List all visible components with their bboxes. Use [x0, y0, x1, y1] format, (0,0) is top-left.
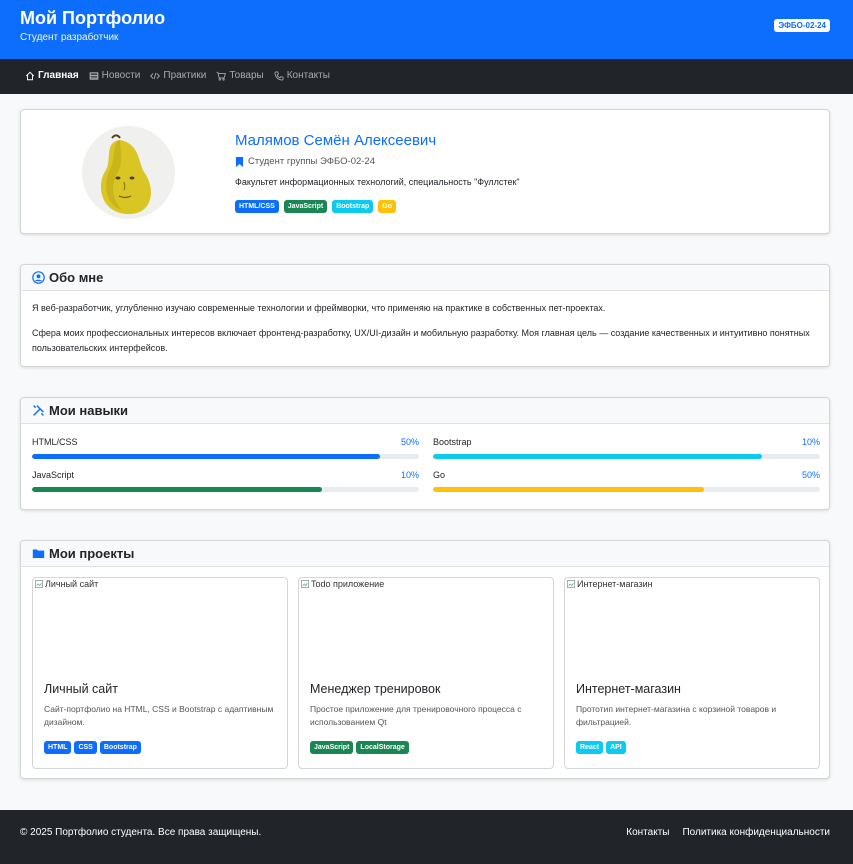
footer-link-contacts[interactable]: Контакты [626, 827, 669, 838]
nav-label: Практики [163, 70, 207, 81]
tag-react: React [576, 741, 604, 754]
home-icon [25, 71, 35, 80]
project-description: Прототип интернет-магазина с корзиной то… [576, 704, 777, 727]
person-circle-icon [32, 271, 45, 284]
skill-bootstrap: Bootstrap 10% [433, 437, 820, 459]
projects-card: Мои проекты Личный сайт Личный сайт Сайт… [20, 540, 830, 779]
skill-name: Bootstrap [433, 437, 472, 447]
tag-css: CSS [74, 741, 97, 754]
skill-progress-bar [32, 487, 419, 492]
broken-image-icon [35, 580, 43, 588]
project-image-alt: Личный сайт [45, 579, 99, 589]
tag-javascript: JavaScript [283, 200, 328, 213]
skill-progress-fill [32, 487, 323, 492]
student-faculty: Факультет информационных технологий, спе… [235, 177, 520, 187]
skill-javascript: JavaScript 10% [32, 470, 419, 492]
project-image: Todo приложение [299, 578, 553, 674]
nav-item-contacts[interactable]: Контакты [274, 70, 330, 81]
project-image: Личный сайт [33, 578, 287, 674]
copyright-text: © 2025 Портфолио студента. Все права защ… [20, 827, 262, 838]
skill-progress-fill [32, 454, 381, 459]
about-title: Обо мне [49, 270, 104, 285]
newspaper-icon [89, 71, 99, 80]
skills-header: Мои навыки [21, 398, 829, 424]
about-paragraph-1: Я веб-разработчик, углубленно изучаю сов… [32, 303, 606, 313]
code-icon [150, 72, 161, 79]
projects-title: Мои проекты [49, 546, 135, 561]
skill-name: JavaScript [32, 470, 75, 480]
tools-icon [33, 405, 44, 416]
project-title: Личный сайт [44, 682, 118, 696]
tag-localstorage: LocalStorage [356, 741, 409, 754]
project-card-personal-site[interactable]: Личный сайт Личный сайт Сайт-портфолио н… [32, 577, 288, 769]
site-footer: © 2025 Портфолио студента. Все права защ… [0, 810, 853, 864]
tag-bootstrap: Bootstrap [332, 200, 374, 213]
nav-label: Товары [229, 70, 264, 81]
project-card-workout-manager[interactable]: Todo приложение Менеджер тренировок Прос… [298, 577, 554, 769]
nav-label: Новости [101, 70, 141, 81]
tag-html: HTML [44, 741, 72, 754]
project-title: Интернет-магазин [576, 682, 681, 696]
project-description: Простое приложение для тренировочного пр… [310, 704, 522, 727]
site-title: Мой Портфолио [20, 8, 166, 28]
nav-item-practices[interactable]: Практики [150, 70, 206, 81]
main-navbar: Главная Новости Практики Товары Контакты [0, 59, 853, 94]
skill-go: Go 50% [433, 470, 820, 492]
tag-bootstrap: Bootstrap [99, 741, 141, 754]
project-description: Сайт-портфолио на HTML, CSS и Bootstrap … [44, 704, 274, 727]
project-image-alt: Todo приложение [311, 579, 385, 589]
tag-javascript: JavaScript [310, 741, 354, 754]
project-card-online-store[interactable]: Интернет-магазин Интернет-магазин Протот… [564, 577, 820, 769]
skills-title: Мои навыки [49, 403, 129, 418]
profile-card: Малямов Семён Алексеевич Студент группы … [20, 109, 830, 234]
nav-item-news[interactable]: Новости [89, 70, 141, 81]
about-header: Обо мне [21, 265, 829, 291]
student-group-text: Студент группы ЭФБО-02-24 [248, 156, 375, 167]
broken-image-icon [301, 580, 309, 588]
skill-progress-bar [32, 454, 419, 459]
nav-label: Главная [38, 70, 79, 81]
skill-percent: 10% [400, 470, 419, 480]
site-header: Мой Портфолио Студент разработчик ЭФБО-0… [0, 0, 853, 59]
project-image-alt: Интернет-магазин [577, 579, 653, 589]
tag-go: Go [378, 200, 396, 213]
skill-progress-bar [433, 454, 820, 459]
skill-name: Go [433, 470, 446, 480]
about-paragraph-2: Сфера моих профессиональных интересов вк… [32, 327, 810, 354]
folder-icon [32, 549, 45, 558]
skill-progress-fill [433, 454, 762, 459]
profile-tags: HTML/CSS JavaScript Bootstrap Go [235, 200, 396, 213]
skill-percent: 50% [400, 437, 419, 447]
skill-name: HTML/CSS [32, 437, 78, 447]
cart-icon [216, 71, 227, 81]
footer-link-privacy[interactable]: Политика конфиденциальности [682, 827, 830, 838]
projects-header: Мои проекты [21, 541, 829, 567]
skills-card: Мои навыки HTML/CSS 50% Bootstrap 10% Java… [20, 397, 830, 510]
project-image: Интернет-магазин [565, 578, 819, 674]
skill-percent: 50% [801, 470, 820, 480]
avatar [82, 126, 175, 219]
nav-label: Контакты [286, 70, 330, 81]
tag-api: API [606, 741, 626, 754]
tag-html-css: HTML/CSS [235, 200, 279, 213]
skill-progress-fill [433, 487, 704, 492]
project-title: Менеджер тренировок [310, 682, 441, 696]
student-name: Малямов Семён Алексеевич [235, 132, 437, 149]
nav-item-home[interactable]: Главная [25, 70, 79, 81]
student-group: Студент группы ЭФБО-02-24 [235, 156, 375, 167]
broken-image-icon [567, 580, 575, 588]
phone-icon [274, 71, 284, 81]
site-subtitle: Студент разработчик [20, 32, 119, 43]
group-badge: ЭФБО-02-24 [774, 19, 830, 32]
skill-progress-bar [433, 487, 820, 492]
skill-percent: 10% [801, 437, 820, 447]
bookmark-icon [235, 156, 244, 167]
nav-item-products[interactable]: Товары [216, 70, 264, 81]
about-card: Обо мне Я веб-разработчик, углубленно из… [20, 264, 830, 367]
skill-html-css: HTML/CSS 50% [32, 437, 419, 459]
